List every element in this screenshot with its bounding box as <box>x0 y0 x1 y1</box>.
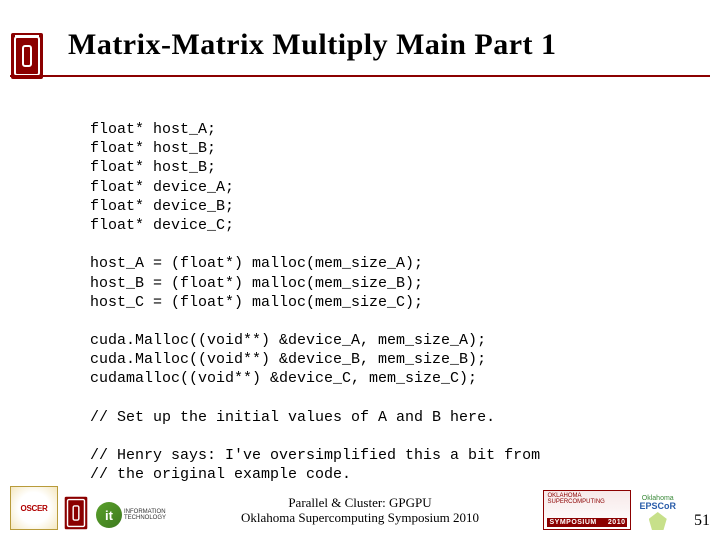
symposium-bottom: SYMPOSIUM 2010 <box>547 518 627 527</box>
it-line2: TECHNOLOGY <box>124 515 166 521</box>
it-label: INFORMATION TECHNOLOGY <box>124 509 166 522</box>
it-circle: it <box>96 502 122 528</box>
oscer-logo-icon: OSCER <box>10 486 58 530</box>
code-block: float* host_A; float* host_B; float* hos… <box>90 120 680 485</box>
footer: OSCER it INFORMATION TECHNOLOGY Parallel… <box>10 484 710 530</box>
oscer-text: OSCER <box>21 504 48 513</box>
title-rule <box>10 75 710 77</box>
ou-logo-icon <box>10 32 44 80</box>
page-number: 51 <box>694 512 710 530</box>
symposium-logo-icon: OKLAHOMA SUPERCOMPUTING SYMPOSIUM 2010 <box>543 490 631 530</box>
symposium-year: 2010 <box>608 519 626 526</box>
epscor-main: EPSCoR <box>639 501 676 511</box>
footer-logos-right: OKLAHOMA SUPERCOMPUTING SYMPOSIUM 2010 O… <box>543 490 676 530</box>
slide: Matrix-Matrix Multiply Main Part 1 float… <box>0 0 720 540</box>
footer-logos-left: OSCER it INFORMATION TECHNOLOGY <box>10 486 168 530</box>
epscor-shape-icon <box>649 512 667 530</box>
symposium-top: OKLAHOMA SUPERCOMPUTING <box>547 493 627 505</box>
ou-mini-logo-icon <box>64 496 88 530</box>
symposium-label: SYMPOSIUM <box>549 519 596 526</box>
it-logo-icon: it INFORMATION TECHNOLOGY <box>94 500 168 530</box>
page-title: Matrix-Matrix Multiply Main Part 1 <box>68 28 700 62</box>
epscor-logo-icon: Oklahoma EPSCoR <box>639 495 676 530</box>
